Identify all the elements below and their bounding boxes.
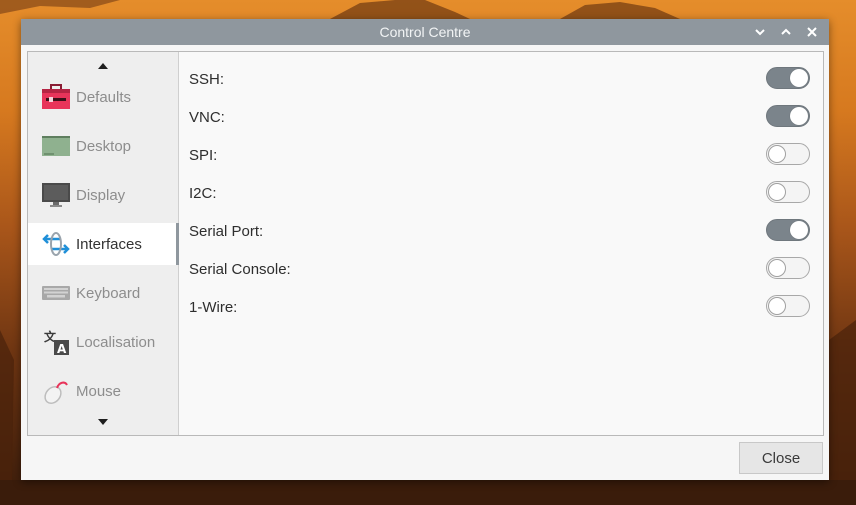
interface-row-1-wire: 1-Wire: bbox=[179, 288, 823, 326]
toggle-knob bbox=[768, 145, 786, 163]
control-centre-window: Control Centre Defaults Desktop Display … bbox=[21, 19, 829, 480]
toolbox-icon bbox=[41, 82, 71, 112]
vnc-toggle[interactable] bbox=[766, 105, 810, 127]
interface-row-i2c: I2C: bbox=[179, 174, 823, 212]
close-window-button[interactable] bbox=[801, 21, 823, 43]
chevron-down-icon bbox=[755, 29, 765, 36]
interfaces-panel: SSH: VNC: SPI: I2C: Serial Port: Serial … bbox=[179, 52, 823, 435]
i2c-toggle[interactable] bbox=[766, 181, 810, 203]
spi-toggle[interactable] bbox=[766, 143, 810, 165]
ssh-toggle[interactable] bbox=[766, 67, 810, 89]
toggle-knob bbox=[768, 297, 786, 315]
interface-label: Serial Console: bbox=[189, 260, 291, 278]
toggle-knob bbox=[790, 69, 808, 87]
sidebar-item-label: Defaults bbox=[76, 88, 132, 106]
title-bar[interactable]: Control Centre bbox=[21, 19, 829, 45]
window-controls bbox=[749, 19, 823, 45]
toggle-knob bbox=[768, 259, 786, 277]
sidebar-item-desktop[interactable]: Desktop bbox=[28, 125, 178, 167]
sidebar-item-defaults[interactable]: Defaults bbox=[28, 76, 178, 118]
interface-label: SPI: bbox=[189, 146, 218, 164]
interface-row-spi: SPI: bbox=[179, 136, 823, 174]
interface-row-ssh: SSH: bbox=[179, 60, 823, 98]
interface-row-serial-console: Serial Console: bbox=[179, 250, 823, 288]
window-title: Control Centre bbox=[379, 24, 471, 40]
mouse-icon bbox=[41, 376, 71, 406]
triangle-down-icon bbox=[98, 419, 108, 425]
translate-icon: 文A bbox=[41, 327, 71, 357]
keyboard-icon bbox=[41, 278, 71, 308]
sidebar-item-label: Interfaces bbox=[76, 235, 142, 253]
interface-row-serial-port: Serial Port: bbox=[179, 212, 823, 250]
chevron-up-icon bbox=[781, 28, 791, 35]
sidebar-item-localisation[interactable]: 文A Localisation bbox=[28, 321, 178, 363]
sidebar-item-label: Keyboard bbox=[76, 284, 141, 302]
sidebar-item-display[interactable]: Display bbox=[28, 174, 178, 216]
main-frame: Defaults Desktop Display Interfaces Keyb… bbox=[27, 51, 824, 436]
toggle-knob bbox=[790, 221, 808, 239]
serial-port-toggle[interactable] bbox=[766, 219, 810, 241]
1-wire-toggle[interactable] bbox=[766, 295, 810, 317]
serial-console-toggle[interactable] bbox=[766, 257, 810, 279]
interfaces-icon bbox=[41, 229, 71, 259]
close-button[interactable]: Close bbox=[739, 442, 823, 474]
interface-label: I2C: bbox=[189, 184, 217, 202]
minimize-button[interactable] bbox=[749, 21, 771, 43]
sidebar-item-mouse[interactable]: Mouse bbox=[28, 370, 178, 412]
sidebar: Defaults Desktop Display Interfaces Keyb… bbox=[28, 52, 179, 435]
desktop-icon bbox=[41, 131, 71, 161]
interface-row-vnc: VNC: bbox=[179, 98, 823, 136]
toggle-knob bbox=[768, 183, 786, 201]
monitor-icon bbox=[41, 180, 71, 210]
interface-label: Serial Port: bbox=[189, 222, 264, 240]
interface-label: VNC: bbox=[189, 108, 225, 126]
sidebar-item-label: Desktop bbox=[76, 137, 132, 155]
sidebar-item-label: Mouse bbox=[76, 382, 122, 400]
sidebar-item-interfaces[interactable]: Interfaces bbox=[28, 223, 179, 265]
sidebar-scroll-up[interactable] bbox=[28, 57, 178, 75]
maximize-button[interactable] bbox=[775, 21, 797, 43]
svg-text:A: A bbox=[57, 342, 67, 356]
sidebar-item-keyboard[interactable]: Keyboard bbox=[28, 272, 178, 314]
sidebar-item-label: Display bbox=[76, 186, 126, 204]
toggle-knob bbox=[790, 107, 808, 125]
sidebar-scroll-down[interactable] bbox=[28, 413, 178, 431]
interface-label: SSH: bbox=[189, 70, 225, 88]
close-icon bbox=[807, 27, 817, 37]
sidebar-item-label: Localisation bbox=[76, 333, 156, 351]
interface-label: 1-Wire: bbox=[189, 298, 238, 316]
triangle-up-icon bbox=[98, 63, 108, 69]
